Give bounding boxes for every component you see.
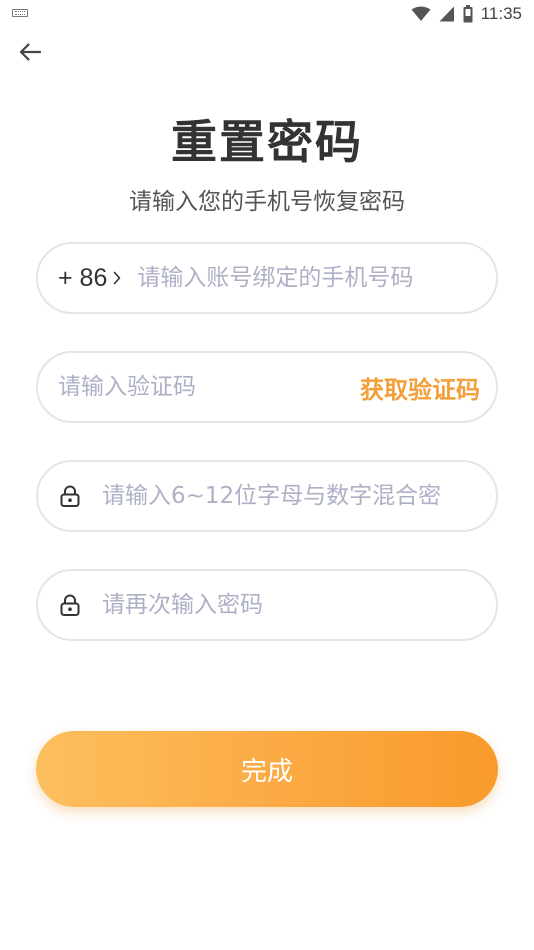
country-code-selector[interactable]: + 86: [58, 264, 121, 293]
status-bar: 11:35: [0, 0, 534, 28]
country-code: + 86: [58, 263, 108, 292]
lock-icon: [60, 594, 80, 616]
signal-icon: [439, 6, 455, 22]
phone-input[interactable]: [137, 258, 458, 298]
confirm-password-field: [36, 569, 498, 641]
phone-field: + 86: [36, 242, 498, 314]
submit-button[interactable]: 完成: [36, 731, 498, 807]
confirm-password-input[interactable]: [102, 585, 442, 625]
chevron-right-icon: [113, 271, 121, 285]
verification-code-field: 获取验证码: [36, 351, 498, 423]
status-icons: 11:35: [411, 3, 522, 25]
wifi-icon: [411, 6, 431, 22]
verification-code-input[interactable]: [58, 367, 318, 407]
arrow-left-icon: [19, 43, 42, 65]
battery-icon: [463, 5, 473, 23]
back-button[interactable]: [14, 40, 46, 68]
password-input[interactable]: [102, 476, 442, 516]
keyboard-icon: [12, 9, 28, 17]
password-field: [36, 460, 498, 532]
page-title: 重置密码: [171, 115, 363, 169]
status-time: 11:35: [480, 4, 522, 23]
lock-icon: [60, 485, 80, 507]
page-subtitle: 请输入您的手机号恢复密码: [129, 189, 405, 215]
get-code-button[interactable]: 获取验证码: [360, 353, 480, 421]
